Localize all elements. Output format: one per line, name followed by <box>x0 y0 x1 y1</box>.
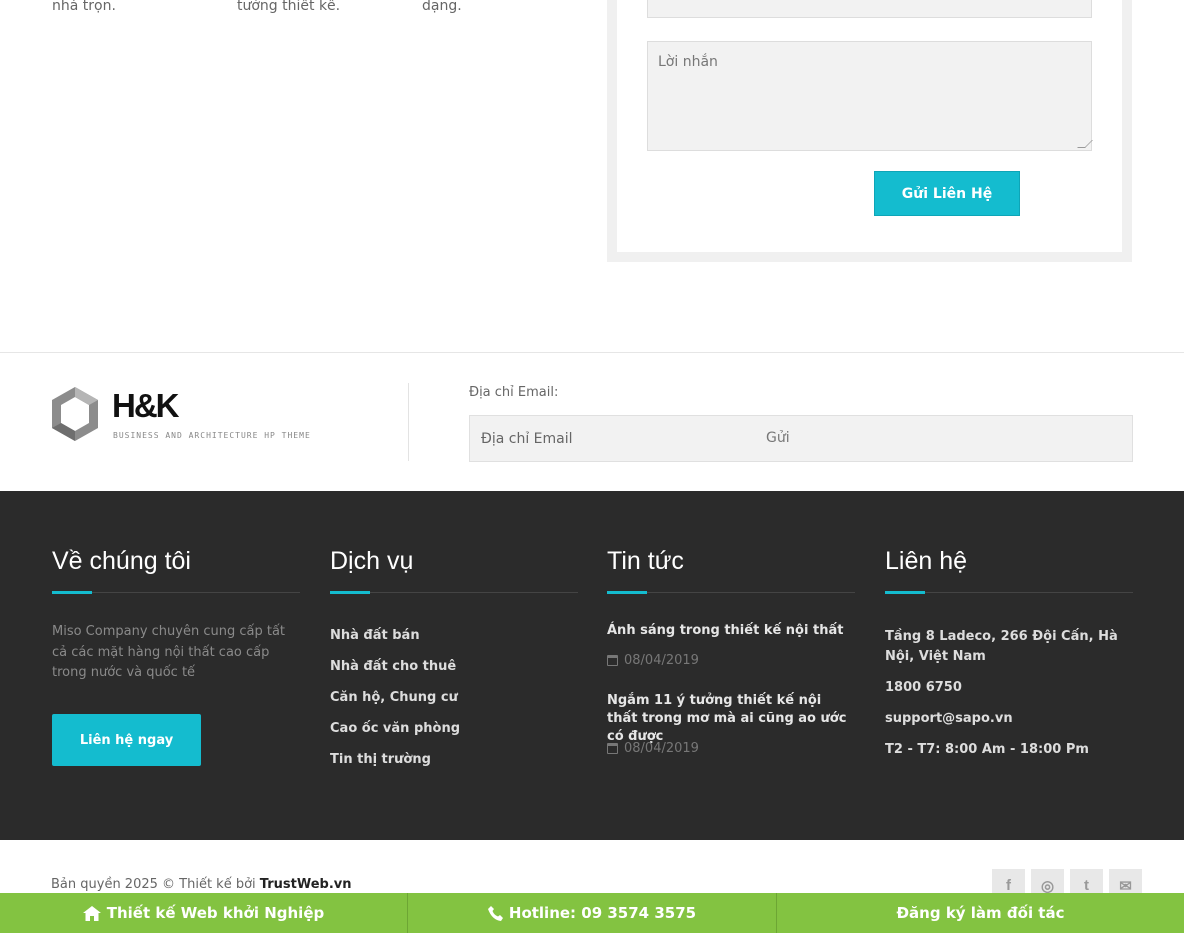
contact-phone[interactable]: 1800 6750 <box>885 678 1133 698</box>
contact-email[interactable]: support@sapo.vn <box>885 709 1133 729</box>
newsletter-send-button[interactable]: Gửi <box>766 430 790 446</box>
accent-underline <box>885 591 925 594</box>
top-col-text-1: nhà trọn. <box>52 0 116 14</box>
resize-handle-icon[interactable] <box>1077 140 1093 148</box>
divider <box>408 383 409 461</box>
logo[interactable]: H&K BUSINESS AND ARCHITECTURE HP THEME <box>50 385 340 445</box>
logo-tagline: BUSINESS AND ARCHITECTURE HP THEME <box>113 431 311 440</box>
contact-now-button[interactable]: Liên hệ ngay <box>52 714 201 766</box>
footer-news-title: Tin tức <box>607 547 684 575</box>
top-col-text-2: tưởng thiết kế. <box>237 0 341 14</box>
submit-contact-button[interactable]: Gửi Liên Hệ <box>874 171 1020 216</box>
copyright: Bản quyền 2025 © Thiết kế bởi TrustWeb.v… <box>51 877 352 892</box>
calendar-icon <box>607 655 618 666</box>
footer: Về chúng tôi Miso Company chuyên cung cấ… <box>0 491 1184 840</box>
accent-underline <box>607 591 647 594</box>
home-icon <box>82 905 101 921</box>
accent-underline <box>52 591 92 594</box>
footer-about-title: Về chúng tôi <box>52 547 191 575</box>
hotline-label: Hotline: 09 3574 3575 <box>508 904 697 922</box>
service-link[interactable]: Căn hộ, Chung cư <box>330 690 458 705</box>
email-placeholder: Địa chỉ Email <box>481 431 573 447</box>
newsletter-email-input[interactable]: Địa chỉ Email Gửi <box>469 415 1133 462</box>
email-label: Địa chỉ Email: <box>469 385 559 400</box>
contact-address: Tầng 8 Ladeco, 266 Đội Cấn, Hà Nội, Việt… <box>885 629 1118 664</box>
contact-form-panel: Lời nhắn Gửi Liên Hệ <box>607 0 1132 262</box>
service-link[interactable]: Nhà đất bán <box>330 628 420 643</box>
newsletter-row: H&K BUSINESS AND ARCHITECTURE HP THEME Đ… <box>0 352 1184 491</box>
message-placeholder: Lời nhắn <box>658 54 718 70</box>
news-item-title[interactable]: Ngắm 11 ý tưởng thiết kế nội thất trong … <box>607 692 855 746</box>
web-startup-button[interactable]: Thiết kế Web khởi Nghiệp <box>0 893 408 933</box>
contact-hours: T2 - T7: 8:00 Am - 18:00 Pm <box>885 742 1089 757</box>
accent-underline <box>330 591 370 594</box>
phone-icon <box>487 905 503 921</box>
service-link[interactable]: Cao ốc văn phòng <box>330 721 460 736</box>
partner-signup-button[interactable]: Đăng ký làm đối tác <box>777 893 1184 933</box>
service-link[interactable]: Tin thị trường <box>330 752 431 767</box>
about-description: Miso Company chuyên cung cấp tất cả các … <box>52 624 286 680</box>
calendar-icon <box>607 743 618 754</box>
footer-contact-title: Liên hệ <box>885 547 968 575</box>
contact-form-inner: Lời nhắn Gửi Liên Hệ <box>617 0 1122 252</box>
news-item-date: 08/04/2019 <box>607 653 699 668</box>
bottom-action-bar: Thiết kế Web khởi Nghiệp Hotline: 09 357… <box>0 893 1184 933</box>
footer-services-title: Dịch vụ <box>330 547 414 575</box>
top-col-text-3: dạng. <box>422 0 462 14</box>
web-startup-label: Thiết kế Web khởi Nghiệp <box>106 904 325 922</box>
phone-field[interactable] <box>647 0 1092 18</box>
partner-signup-label: Đăng ký làm đối tác <box>896 904 1065 922</box>
copyright-brand-link[interactable]: TrustWeb.vn <box>260 877 352 892</box>
news-item-title[interactable]: Ánh sáng trong thiết kế nội thất <box>607 622 855 640</box>
news-item-date: 08/04/2019 <box>607 741 699 756</box>
hotline-button[interactable]: Hotline: 09 3574 3575 <box>408 893 777 933</box>
copyright-text: Bản quyền 2025 © Thiết kế bởi <box>51 877 256 892</box>
logo-wordmark: H&K <box>112 387 179 424</box>
service-link[interactable]: Nhà đất cho thuê <box>330 659 456 674</box>
message-textarea[interactable]: Lời nhắn <box>647 41 1093 151</box>
